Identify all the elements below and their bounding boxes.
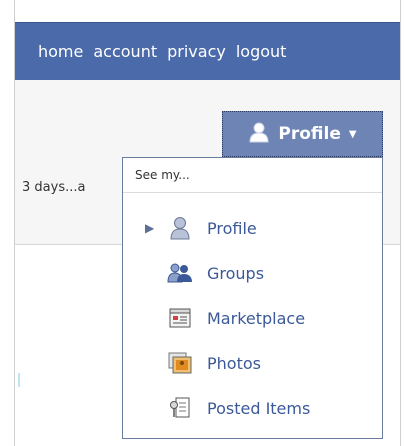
nav-logout[interactable]: logout <box>236 42 287 61</box>
person-icon <box>248 121 270 147</box>
top-nav: home account privacy logout <box>38 38 286 64</box>
person-icon <box>167 215 193 241</box>
group-icon <box>167 260 193 286</box>
decorative-mark <box>18 373 20 387</box>
nav-account[interactable]: account <box>93 42 157 61</box>
dropdown-header: See my... <box>123 158 382 193</box>
menu-item-marketplace[interactable]: Marketplace <box>123 298 382 338</box>
selected-arrow-icon: ▶ <box>145 221 155 235</box>
posted-items-icon <box>167 395 193 421</box>
menu-item-label: Photos <box>207 353 261 373</box>
page-right-border <box>400 0 401 446</box>
menu-item-label: Groups <box>207 263 265 283</box>
profile-dropdown-menu: See my... ▶ Profile Groups Marketplace P… <box>122 157 383 439</box>
nav-privacy[interactable]: privacy <box>167 42 226 61</box>
menu-item-photos[interactable]: Photos <box>123 343 382 383</box>
marketplace-icon <box>167 305 193 331</box>
menu-item-label: Posted Items <box>207 398 311 418</box>
nav-home[interactable]: home <box>38 42 83 61</box>
menu-item-label: Profile <box>207 218 257 238</box>
photos-icon <box>167 350 193 376</box>
menu-item-posted-items[interactable]: Posted Items <box>123 388 382 428</box>
menu-item-groups[interactable]: Groups <box>123 253 382 293</box>
profile-button-label: Profile <box>278 124 341 144</box>
menu-item-label: Marketplace <box>207 308 306 328</box>
chevron-down-icon: ▼ <box>348 128 357 140</box>
profile-menu-button[interactable]: Profile ▼ <box>222 111 383 157</box>
menu-item-profile[interactable]: ▶ Profile <box>123 208 382 248</box>
snippet-text: 3 days...a <box>22 180 86 195</box>
